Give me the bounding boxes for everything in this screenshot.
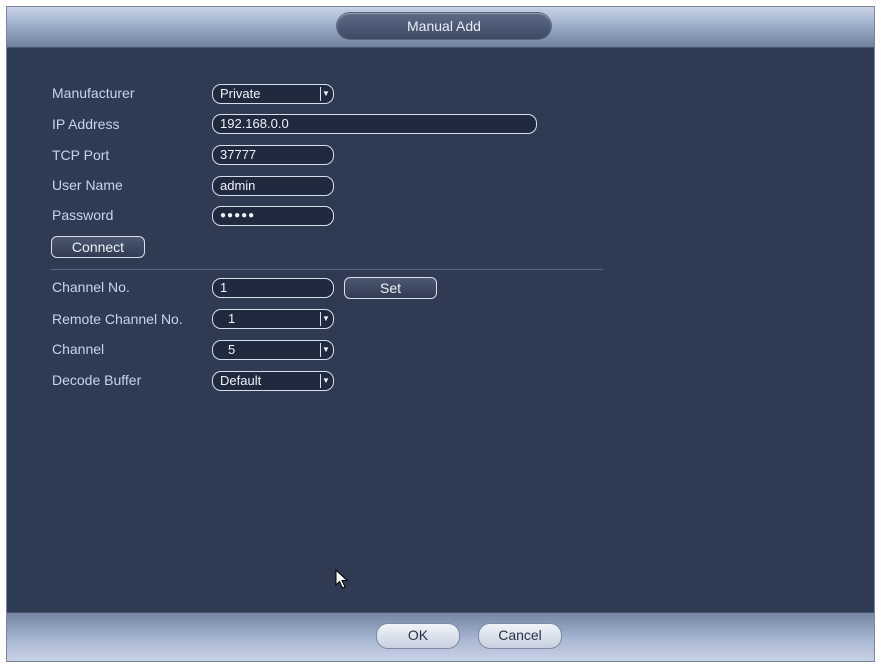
remote-channel-no-select[interactable]: 1 ▼: [212, 309, 334, 329]
manufacturer-select[interactable]: Private ▼: [212, 84, 334, 104]
footer-bar: OK Cancel: [7, 612, 874, 661]
manufacturer-value: Private: [220, 86, 261, 101]
set-button[interactable]: Set: [344, 277, 437, 299]
chevron-down-icon[interactable]: ▼: [320, 312, 331, 326]
channel-value: 5: [228, 342, 236, 357]
user-name-label: User Name: [52, 177, 123, 193]
ip-address-label: IP Address: [52, 116, 120, 132]
remote-channel-no-value: 1: [228, 311, 236, 326]
manual-add-dialog: Manual Add Manufacturer Private ▼ IP Add…: [6, 6, 875, 662]
connect-button[interactable]: Connect: [51, 236, 145, 258]
password-input[interactable]: ●●●●●: [212, 206, 334, 226]
manufacturer-label: Manufacturer: [52, 85, 135, 101]
channel-no-label: Channel No.: [52, 279, 130, 295]
tcp-port-input[interactable]: 37777: [212, 145, 334, 165]
ip-address-input[interactable]: 192.168.0.0: [212, 114, 537, 134]
remote-channel-no-label: Remote Channel No.: [52, 311, 183, 327]
password-label: Password: [52, 207, 114, 223]
decode-buffer-select[interactable]: Default ▼: [212, 371, 334, 391]
chevron-down-icon[interactable]: ▼: [320, 87, 331, 101]
channel-select[interactable]: 5 ▼: [212, 340, 334, 360]
channel-label: Channel: [52, 341, 105, 357]
cancel-button[interactable]: Cancel: [478, 623, 562, 649]
chevron-down-icon[interactable]: ▼: [320, 343, 331, 357]
channel-no-input[interactable]: 1: [212, 278, 334, 298]
ok-button[interactable]: OK: [376, 623, 460, 649]
chevron-down-icon[interactable]: ▼: [320, 374, 331, 388]
tcp-port-label: TCP Port: [52, 147, 110, 163]
mouse-pointer-icon: [335, 569, 349, 589]
decode-buffer-label: Decode Buffer: [52, 372, 142, 388]
decode-buffer-value: Default: [220, 373, 262, 388]
user-name-input[interactable]: admin: [212, 176, 334, 196]
divider: [51, 269, 603, 270]
title-bar: Manual Add: [7, 7, 874, 48]
dialog-title: Manual Add: [337, 13, 551, 39]
